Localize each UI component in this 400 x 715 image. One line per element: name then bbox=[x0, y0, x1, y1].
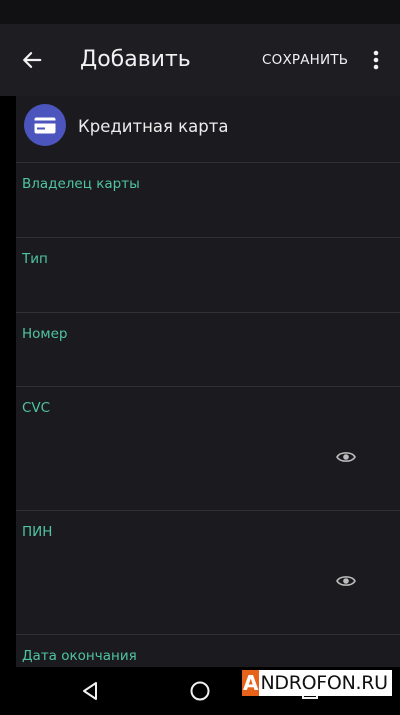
system-navigation-bar: A NDROFON.RU bbox=[0, 667, 400, 715]
app-bar: Добавить СОХРАНИТЬ bbox=[0, 24, 400, 96]
number-field[interactable]: Номер bbox=[16, 313, 400, 387]
field-label: CVC bbox=[22, 400, 51, 416]
type-input[interactable] bbox=[22, 280, 350, 304]
save-button[interactable]: СОХРАНИТЬ bbox=[262, 48, 348, 72]
field-label: Владелец карты bbox=[22, 176, 140, 192]
form-content: Кредитная карта Владелец карты Тип Номер… bbox=[16, 96, 400, 667]
field-label: ПИН bbox=[22, 524, 53, 540]
field-label: Дата окончания bbox=[22, 648, 137, 664]
watermark-first-letter: A bbox=[242, 670, 260, 696]
back-button[interactable] bbox=[12, 38, 52, 82]
nav-home-button[interactable] bbox=[180, 673, 220, 709]
type-field[interactable]: Тип bbox=[16, 238, 400, 313]
circle-home-icon bbox=[190, 681, 210, 701]
status-bar bbox=[0, 0, 400, 24]
more-vertical-icon bbox=[373, 50, 379, 70]
pin-visibility-toggle[interactable] bbox=[334, 569, 358, 593]
category-avatar bbox=[24, 104, 66, 146]
credit-card-icon bbox=[34, 117, 56, 133]
cardholder-field[interactable]: Владелец карты bbox=[16, 163, 400, 238]
page-title: Добавить bbox=[80, 47, 191, 72]
cvc-visibility-toggle[interactable] bbox=[334, 445, 358, 469]
expiry-field[interactable]: Дата окончания bbox=[16, 635, 400, 667]
arrow-left-icon bbox=[23, 52, 42, 68]
category-label: Кредитная карта bbox=[78, 117, 229, 136]
pin-field[interactable]: ПИН bbox=[16, 511, 400, 635]
category-row[interactable]: Кредитная карта bbox=[16, 96, 400, 163]
watermark: A NDROFON.RU bbox=[242, 670, 392, 696]
triangle-back-icon bbox=[83, 682, 97, 700]
nav-back-button[interactable] bbox=[70, 673, 110, 709]
watermark-text: NDROFON.RU bbox=[259, 670, 392, 696]
cardholder-input[interactable] bbox=[22, 205, 350, 229]
field-label: Номер bbox=[22, 326, 68, 342]
cvc-input[interactable] bbox=[22, 478, 350, 502]
pin-input[interactable] bbox=[22, 602, 350, 626]
field-label: Тип bbox=[22, 251, 48, 267]
eye-icon bbox=[336, 452, 356, 462]
cvc-field[interactable]: CVC bbox=[16, 387, 400, 511]
eye-icon bbox=[336, 576, 356, 586]
number-input[interactable] bbox=[22, 354, 350, 378]
more-options-button[interactable] bbox=[362, 40, 390, 80]
